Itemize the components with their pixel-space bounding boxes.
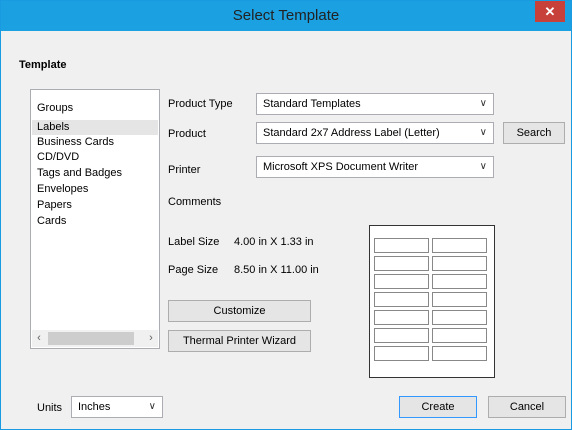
select-template-dialog: Select Template ✕ Template Groups Labels… — [0, 0, 572, 430]
arrow-left-icon[interactable]: ‹ — [32, 330, 46, 347]
group-item-business-cards[interactable]: Business Cards — [37, 135, 114, 150]
printer-select[interactable]: Microsoft XPS Document Writer ∨ — [256, 156, 494, 178]
units-value: Inches — [78, 401, 111, 413]
group-item-papers[interactable]: Papers — [37, 198, 72, 213]
product-type-value: Standard Templates — [263, 98, 361, 110]
chevron-down-icon: ∨ — [479, 161, 487, 172]
label-size-value: 4.00 in X 1.33 in — [234, 236, 314, 248]
arrow-right-icon[interactable]: › — [144, 330, 158, 347]
cancel-button[interactable]: Cancel — [488, 396, 566, 418]
groups-list[interactable]: Groups Labels Business Cards CD/DVD Tags… — [30, 89, 160, 349]
label-preview — [369, 225, 495, 378]
printer-value: Microsoft XPS Document Writer — [263, 161, 419, 173]
template-section-label: Template — [19, 59, 67, 71]
product-type-label: Product Type — [168, 98, 233, 110]
preview-label-cell — [374, 274, 429, 289]
chevron-down-icon: ∨ — [148, 401, 156, 412]
chevron-down-icon: ∨ — [479, 98, 487, 109]
group-item-tags-and-badges[interactable]: Tags and Badges — [37, 166, 122, 181]
dialog-title: Select Template — [232, 7, 340, 24]
preview-label-cell — [374, 310, 429, 325]
product-type-select[interactable]: Standard Templates ∨ — [256, 93, 494, 115]
product-value: Standard 2x7 Address Label (Letter) — [263, 127, 440, 139]
preview-label-cell — [374, 328, 429, 343]
preview-label-cell — [432, 238, 487, 253]
printer-label: Printer — [168, 164, 201, 176]
group-item-envelopes[interactable]: Envelopes — [37, 182, 88, 197]
product-label: Product — [168, 128, 206, 140]
preview-label-cell — [374, 238, 429, 253]
preview-label-cell — [374, 292, 429, 307]
comments-label: Comments — [168, 196, 222, 208]
group-item-labels[interactable]: Labels — [32, 120, 158, 135]
page-size-value: 8.50 in X 11.00 in — [234, 264, 319, 276]
preview-label-cell — [432, 310, 487, 325]
search-button[interactable]: Search — [503, 122, 565, 144]
close-icon[interactable]: ✕ — [535, 1, 565, 22]
preview-label-cell — [432, 328, 487, 343]
customize-button[interactable]: Customize — [168, 300, 311, 322]
create-button[interactable]: Create — [399, 396, 477, 418]
chevron-down-icon: ∨ — [479, 127, 487, 138]
page-size-label: Page Size — [168, 264, 219, 276]
preview-label-cell — [432, 292, 487, 307]
units-select[interactable]: Inches ∨ — [71, 396, 163, 418]
group-item-cd-dvd[interactable]: CD/DVD — [37, 150, 79, 165]
group-item-cards[interactable]: Cards — [37, 214, 66, 229]
thermal-printer-wizard-button[interactable]: Thermal Printer Wizard — [168, 330, 311, 352]
preview-label-cell — [432, 274, 487, 289]
product-select[interactable]: Standard 2x7 Address Label (Letter) ∨ — [256, 122, 494, 144]
preview-label-cell — [374, 256, 429, 271]
units-label: Units — [37, 402, 63, 414]
preview-label-cell — [432, 256, 487, 271]
scroll-thumb[interactable] — [48, 332, 134, 345]
horizontal-scrollbar[interactable]: ‹ › — [32, 330, 158, 347]
preview-label-cell — [374, 346, 429, 361]
label-size-label: Label Size — [168, 236, 220, 248]
groups-header: Groups — [37, 102, 74, 114]
preview-label-cell — [432, 346, 487, 361]
